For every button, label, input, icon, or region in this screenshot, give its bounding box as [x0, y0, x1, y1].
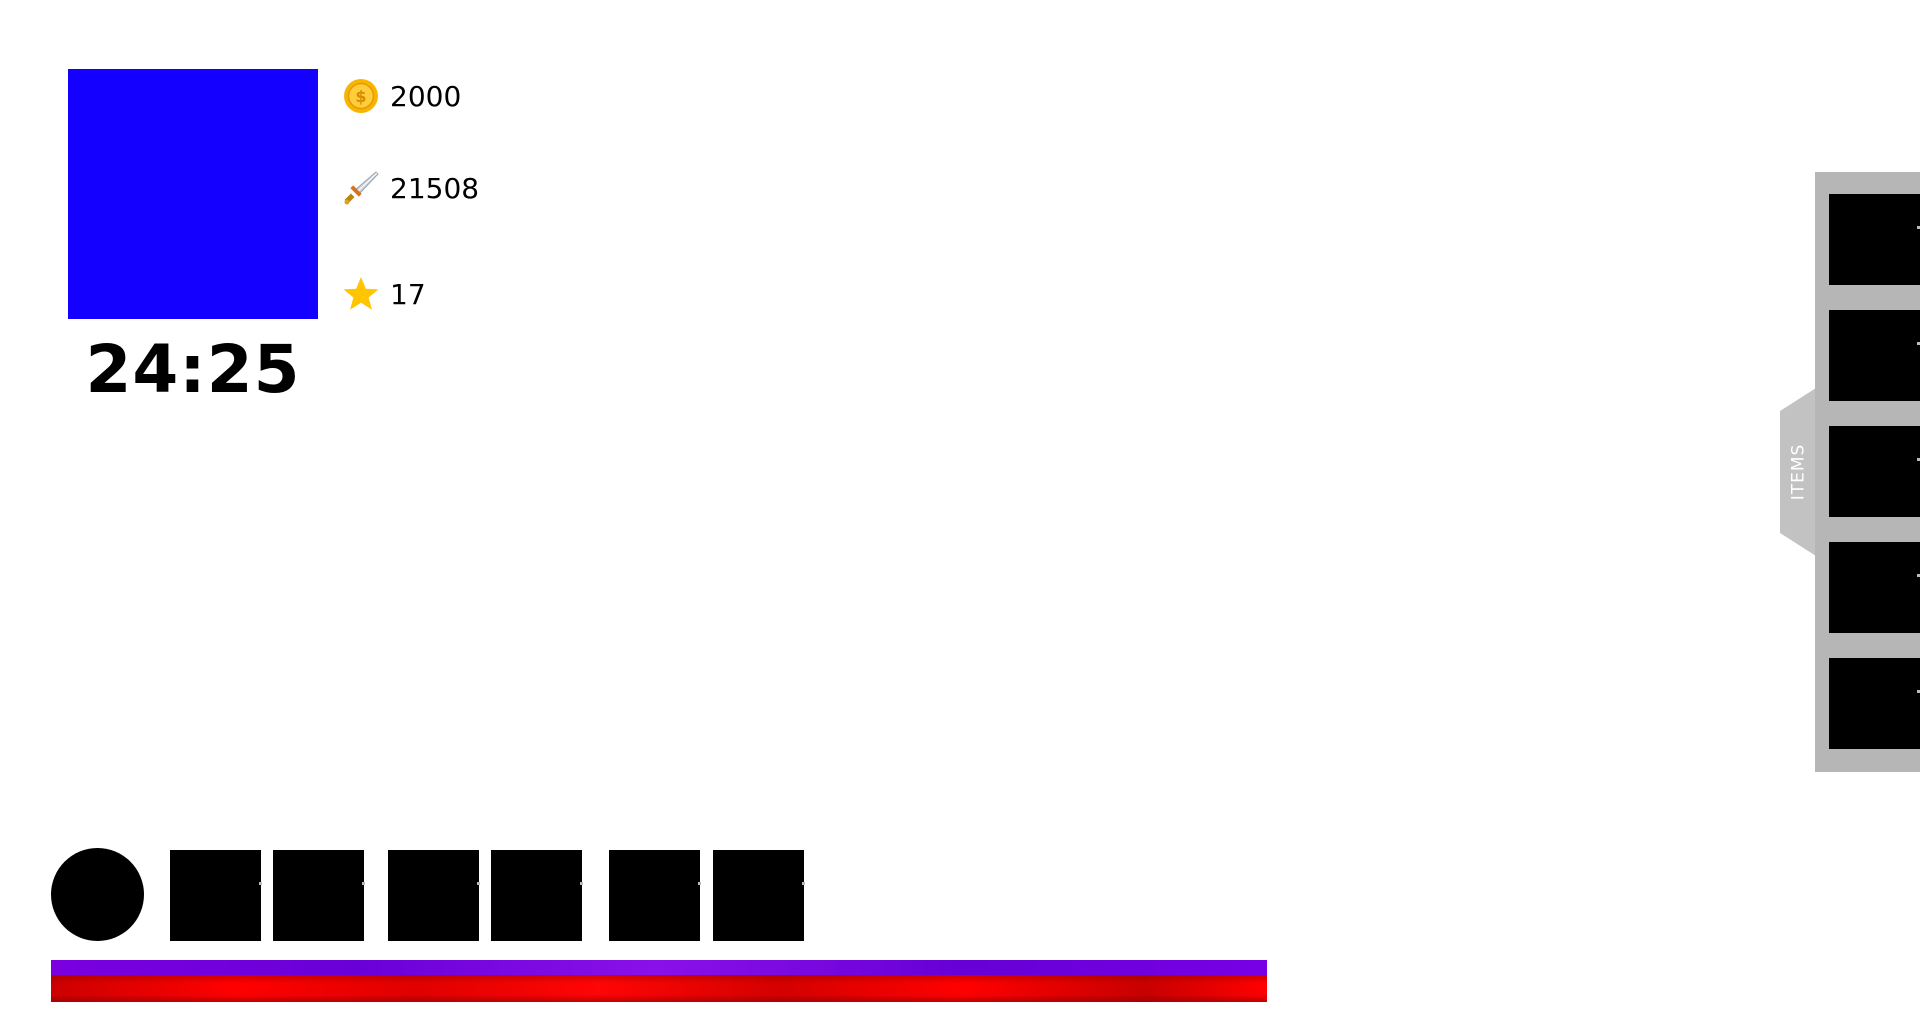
game-timer: 24:25	[85, 331, 301, 408]
health-bar	[51, 975, 1267, 1002]
kills-value: 21508	[390, 171, 480, 205]
item-slot-5[interactable]	[1829, 658, 1920, 749]
item-slot-4[interactable]	[1829, 542, 1920, 633]
player-portrait	[68, 69, 318, 319]
hotbar-slot-5[interactable]	[609, 850, 701, 941]
sword-icon	[344, 171, 379, 205]
star-icon	[343, 277, 379, 310]
hotbar-slot-3[interactable]	[388, 850, 480, 941]
hotbar-slot-4[interactable]	[491, 850, 583, 941]
items-tab-label: ITEMS	[1788, 443, 1809, 501]
hotbar-slot-2[interactable]	[273, 850, 365, 941]
gold-value: 2000	[390, 79, 462, 113]
hotbar-slot-1[interactable]	[170, 850, 262, 941]
coin-icon: $	[344, 79, 378, 113]
ability-orb[interactable]	[51, 848, 144, 941]
item-slot-1[interactable]	[1829, 194, 1920, 285]
kills-stat: 21508	[342, 168, 479, 208]
item-slot-2[interactable]	[1829, 310, 1920, 401]
hotbar-slot-6[interactable]	[713, 850, 805, 941]
gold-stat: $ 2000	[342, 76, 461, 116]
mana-bar	[51, 960, 1267, 975]
items-panel	[1815, 172, 1920, 772]
level-value: 17	[390, 277, 426, 311]
items-tab[interactable]: ITEMS	[1780, 388, 1816, 556]
level-stat: 17	[342, 274, 426, 314]
svg-text:$: $	[355, 87, 366, 106]
item-slot-3[interactable]	[1829, 426, 1920, 517]
